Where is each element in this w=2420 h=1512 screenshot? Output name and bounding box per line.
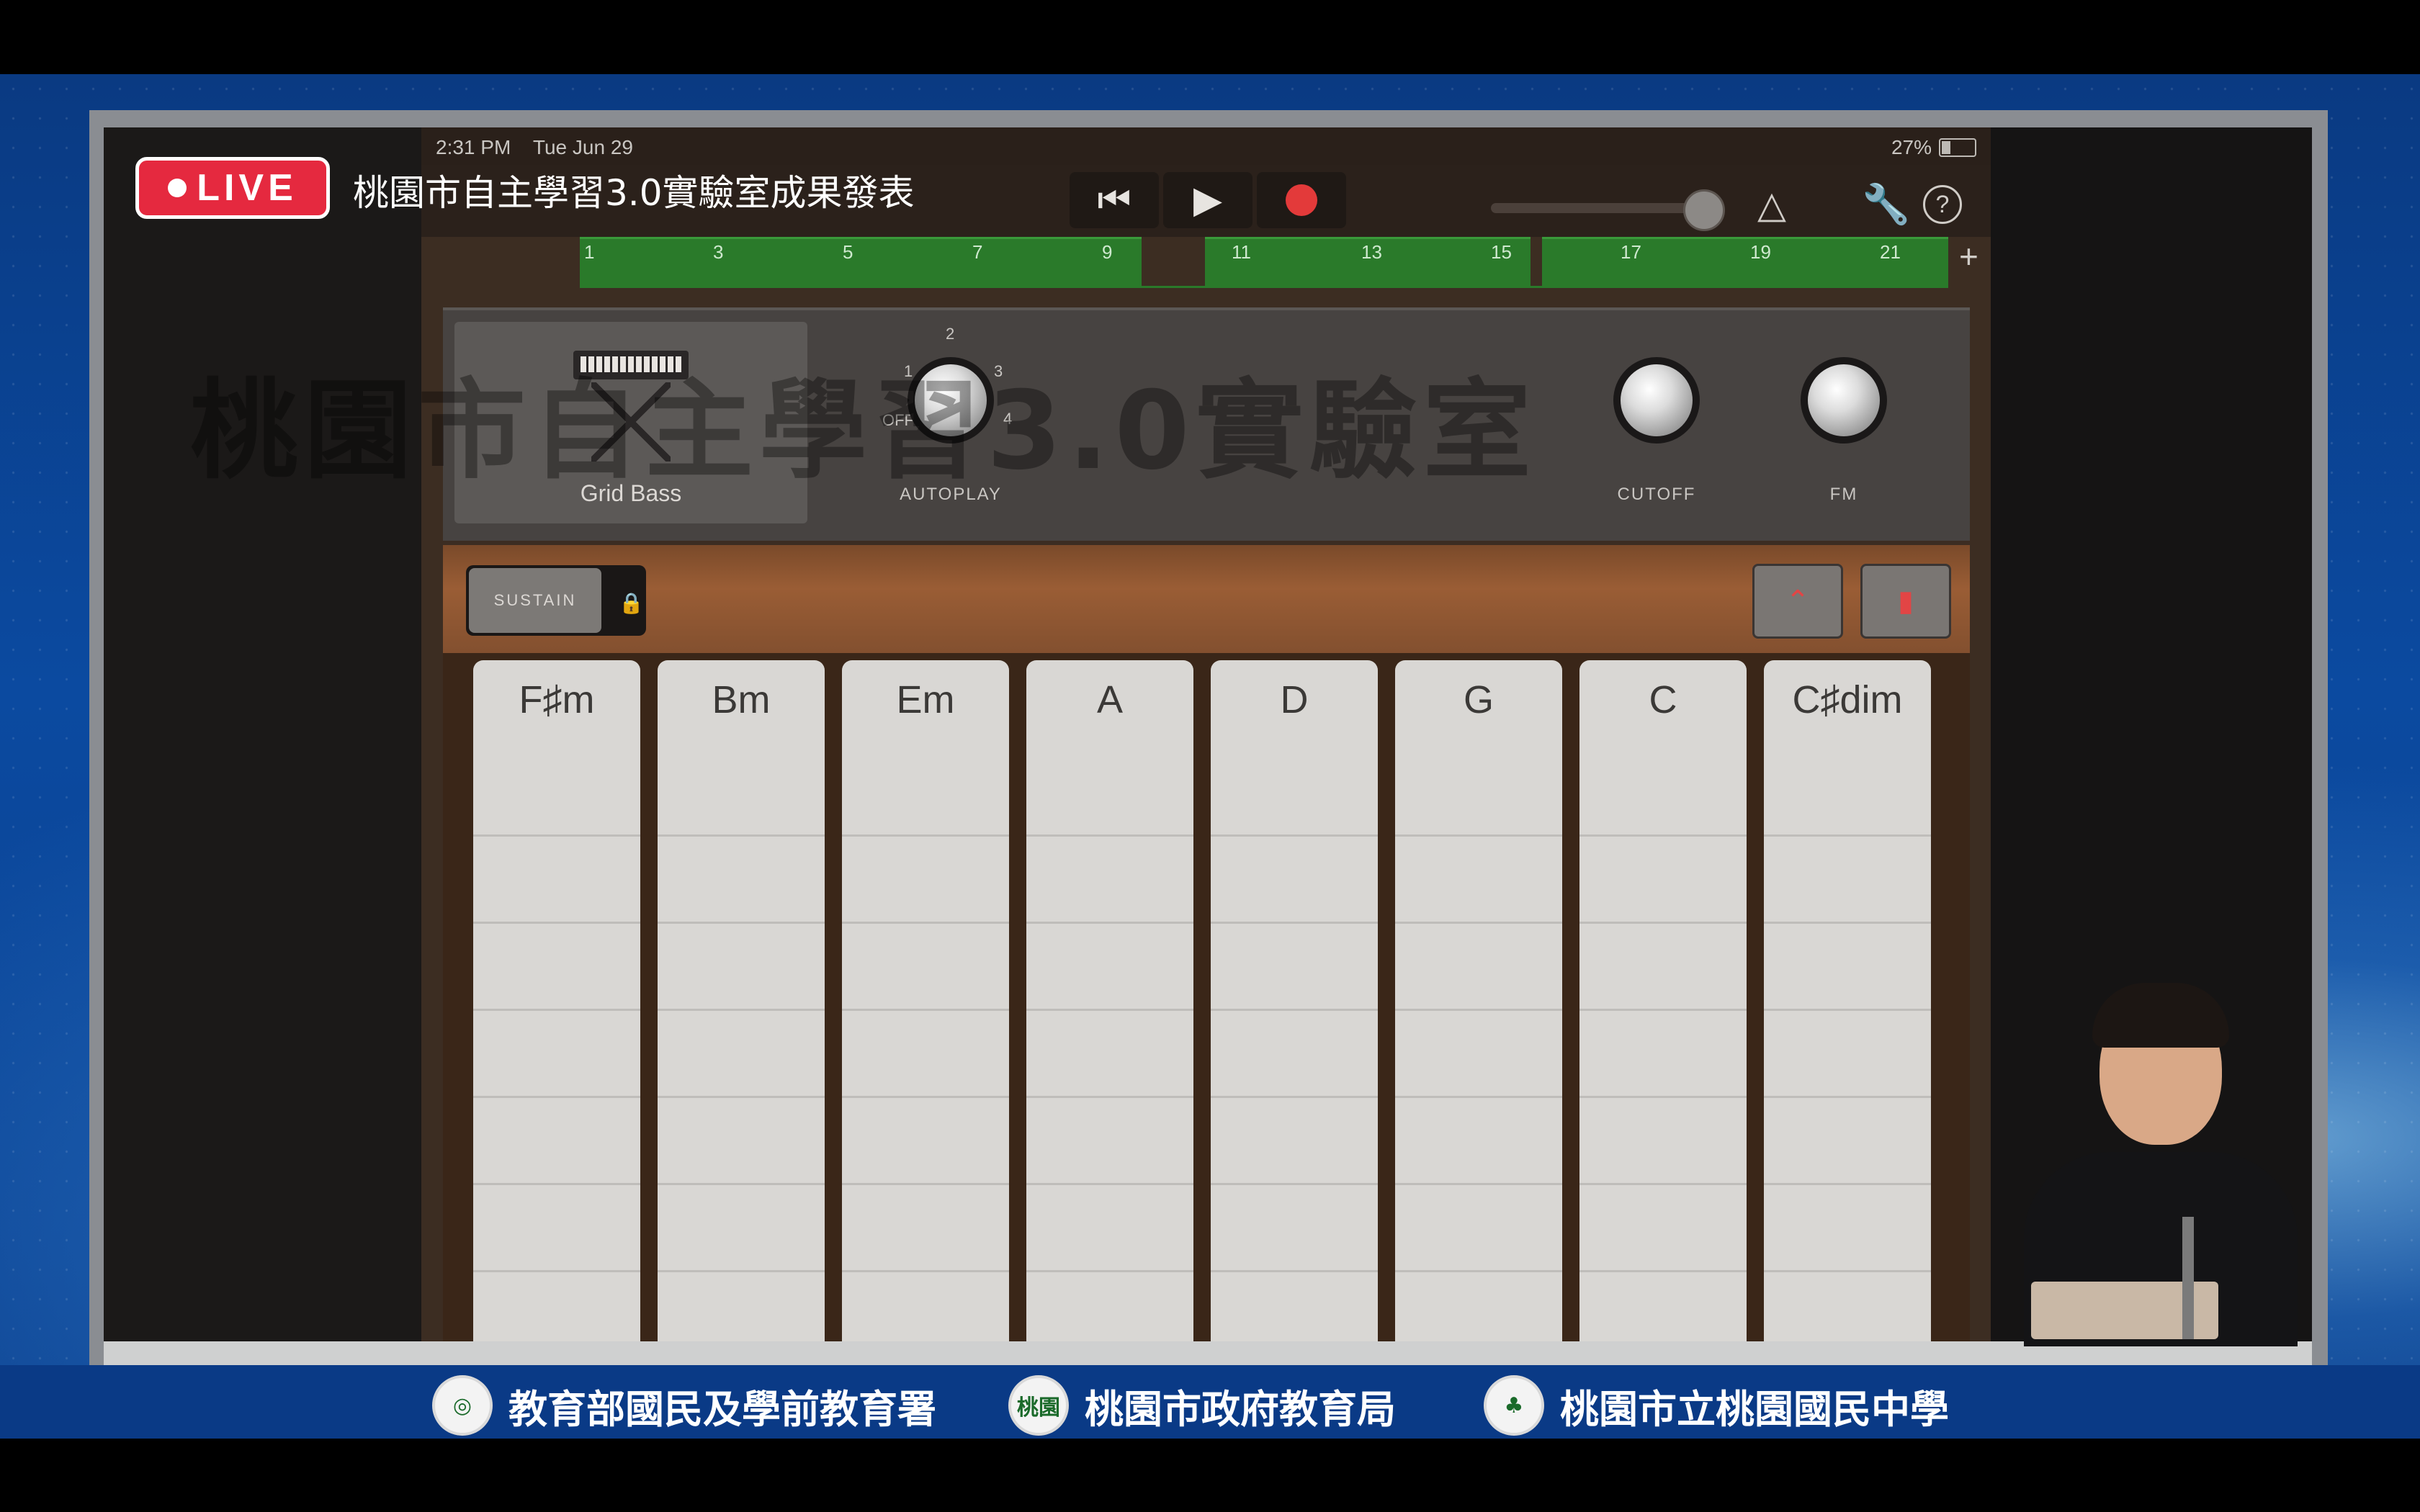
chord-strip[interactable]: D	[1211, 660, 1378, 1359]
ruler-number: 9	[1102, 241, 1113, 263]
play-icon: ▶	[1193, 179, 1222, 221]
battery-icon	[1939, 138, 1976, 157]
chord-strips: F♯m Bm Em A D G C C♯dim	[443, 653, 1970, 1359]
transport-controls: ⏮ ▶	[1070, 172, 1346, 228]
stream-title: 桃園市自主學習3.0實驗室成果發表	[353, 172, 915, 214]
status-time: 2:31 PM	[436, 136, 511, 158]
presenter-video	[1916, 983, 2319, 1346]
sponsor-name: 桃園市立桃園國民中學	[1560, 1386, 1949, 1432]
sponsor-item: ♣ 桃園市立桃園國民中學	[1484, 1375, 1949, 1436]
stream-stage: 2:31 PM Tue Jun 29 27% ⏮ ▶ △ 🔧 ? 1 3 5 7…	[0, 0, 2420, 1512]
timeline-ruler[interactable]	[580, 237, 1948, 288]
taoyuan-seal-icon: 桃園	[1008, 1375, 1069, 1436]
chord-label: D	[1280, 678, 1309, 721]
chord-strips-icon: ▮	[1897, 585, 1914, 617]
ruler-number: 13	[1361, 241, 1382, 263]
add-section-button[interactable]: +	[1959, 237, 1978, 276]
wrench-icon[interactable]: 🔧	[1862, 182, 1910, 228]
ipad-status-bar: 2:31 PM Tue Jun 29 27%	[421, 127, 1991, 165]
battery-percent: 27%	[1891, 136, 1932, 158]
chord-strips-toggle-button[interactable]: ▮	[1860, 564, 1951, 639]
master-volume-slider[interactable]	[1491, 203, 1700, 213]
status-date: Tue Jun 29	[532, 136, 633, 158]
presenter-hair	[2092, 983, 2229, 1048]
rewind-button[interactable]: ⏮	[1070, 172, 1159, 228]
school-seal-icon: ♣	[1484, 1375, 1544, 1436]
chord-strip[interactable]: C♯dim	[1764, 660, 1931, 1359]
lock-icon[interactable]: 🔒	[619, 591, 644, 615]
ruler-number: 7	[972, 241, 983, 263]
ruler-number: 1	[584, 241, 595, 263]
fm-label: FM	[1829, 485, 1858, 504]
live-dot-icon	[168, 179, 187, 197]
sustain-button[interactable]: SUSTAIN	[469, 568, 601, 633]
arpeggiator-button[interactable]: ⌃	[1752, 564, 1843, 639]
watermark-text: 桃園市自主學習3.0實驗室	[190, 369, 1537, 494]
microphone-stand	[2182, 1217, 2194, 1339]
ruler-number: 17	[1621, 241, 1641, 263]
arpeggio-icon: ⌃	[1785, 585, 1810, 617]
sponsor-name: 教育部國民及學前教育署	[508, 1386, 936, 1432]
chord-strip[interactable]: A	[1026, 660, 1193, 1359]
sustain-control: SUSTAIN 🔒	[466, 565, 646, 636]
chord-label: C♯dim	[1792, 678, 1903, 721]
chord-strip[interactable]: F♯m	[473, 660, 640, 1359]
fm-knob[interactable]	[1801, 357, 1887, 444]
play-button[interactable]: ▶	[1163, 172, 1252, 228]
chord-strip[interactable]: Em	[842, 660, 1009, 1359]
chord-label: Bm	[712, 678, 771, 721]
ruler-number: 3	[713, 241, 724, 263]
cutoff-knob[interactable]	[1613, 357, 1700, 444]
chord-strip[interactable]: C	[1579, 660, 1747, 1359]
chord-label: C	[1649, 678, 1677, 721]
control-strip: SUSTAIN 🔒 ⌃ ▮	[443, 545, 1970, 653]
live-badge: LIVE	[135, 157, 330, 219]
chord-strip[interactable]: G	[1395, 660, 1562, 1359]
rewind-icon: ⏮	[1097, 179, 1131, 221]
chord-label: A	[1096, 678, 1124, 721]
record-button[interactable]	[1257, 172, 1346, 228]
garageband-app: 2:31 PM Tue Jun 29 27% ⏮ ▶ △ 🔧 ? 1 3 5 7…	[421, 127, 1991, 1359]
chord-strip[interactable]: Bm	[658, 660, 825, 1359]
cutoff-control: CUTOFF	[1588, 325, 1725, 512]
autoplay-mark-2: 2	[946, 325, 955, 343]
moe-seal-icon: ◎	[432, 1375, 493, 1436]
chord-label: F♯m	[519, 678, 595, 721]
sponsor-item: ◎ 教育部國民及學前教育署	[432, 1375, 936, 1436]
chord-label: Em	[896, 678, 955, 721]
sponsor-item: 桃園 桃園市政府教育局	[1008, 1375, 1396, 1436]
ruler-number: 5	[843, 241, 853, 263]
metronome-icon[interactable]: △	[1757, 184, 1786, 227]
chord-label: G	[1463, 678, 1494, 721]
ruler-number: 19	[1750, 241, 1771, 263]
ruler-number: 15	[1491, 241, 1512, 263]
ruler-number: 11	[1232, 241, 1251, 263]
live-label: LIVE	[197, 167, 297, 209]
help-icon[interactable]: ?	[1923, 185, 1962, 224]
cutoff-label: CUTOFF	[1617, 485, 1696, 504]
fm-control: FM	[1775, 325, 1912, 512]
record-icon	[1286, 184, 1317, 216]
ruler-number: 21	[1880, 241, 1901, 263]
sponsor-name: 桃園市政府教育局	[1085, 1386, 1396, 1432]
volume-slider-knob[interactable]	[1683, 189, 1725, 231]
